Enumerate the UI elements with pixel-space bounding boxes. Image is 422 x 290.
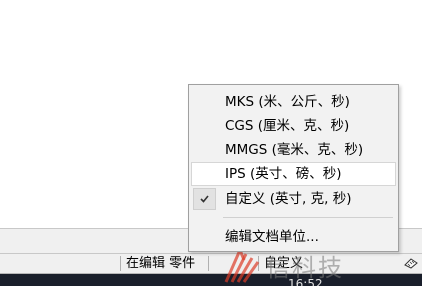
units-tray-icon[interactable] [404, 257, 418, 269]
status-separator [208, 256, 209, 271]
menu-item-edit-document-units[interactable]: 编辑文档单位... [191, 225, 396, 249]
menu-item-label: MKS (米、公斤、秒) [225, 94, 350, 110]
menu-item-cgs[interactable]: CGS (厘米、克、秒) [191, 114, 396, 138]
status-separator [258, 256, 259, 271]
taskbar-clock: 16:52 [288, 277, 323, 286]
menu-item-mmgs[interactable]: MMGS (毫米、克、秒) [191, 138, 396, 162]
status-separator [120, 256, 121, 271]
menu-item-label: IPS (英寸、磅、秒) [225, 166, 342, 182]
checkmark-icon [193, 188, 216, 210]
status-bar: 在编辑 零件 自定义 [0, 254, 422, 274]
taskbar: 16:52 [0, 274, 422, 286]
menu-separator [223, 217, 393, 218]
menu-item-label: CGS (厘米、克、秒) [225, 118, 350, 134]
menu-item-label: 编辑文档单位... [225, 229, 319, 245]
menu-item-label: 自定义 (英寸, 克, 秒) [225, 191, 352, 207]
menu-item-custom[interactable]: 自定义 (英寸, 克, 秒) [191, 187, 396, 211]
menu-item-mks[interactable]: MKS (米、公斤、秒) [191, 90, 396, 114]
units-context-menu: MKS (米、公斤、秒) CGS (厘米、克、秒) MMGS (毫米、克、秒) … [188, 84, 399, 252]
menu-item-label: MMGS (毫米、克、秒) [225, 142, 364, 158]
menu-item-ips[interactable]: IPS (英寸、磅、秒) [191, 162, 396, 186]
units-selector[interactable]: 自定义 [260, 255, 303, 272]
status-editing-label: 在编辑 零件 [126, 256, 196, 271]
